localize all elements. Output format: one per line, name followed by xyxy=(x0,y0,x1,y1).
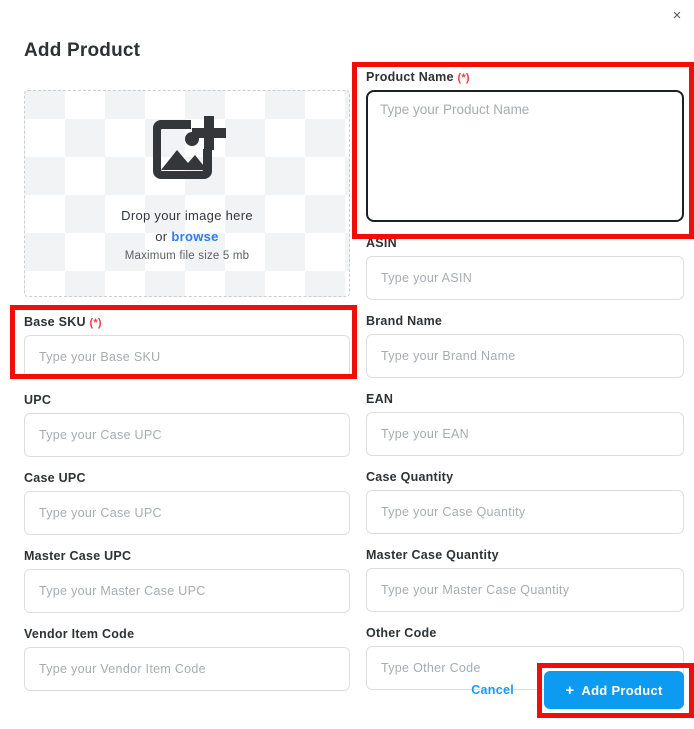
required-marker: (*) xyxy=(89,317,102,329)
field-ean: EAN xyxy=(366,392,684,456)
dialog-footer: Cancel + Add Product xyxy=(366,671,684,709)
label-vendor-item-code: Vendor Item Code xyxy=(24,627,135,641)
required-marker: (*) xyxy=(457,72,470,84)
close-icon[interactable]: × xyxy=(660,0,694,30)
label-product-name: Product Name (*) xyxy=(366,70,684,84)
label-case-quantity: Case Quantity xyxy=(366,470,454,484)
label-case-upc: Case UPC xyxy=(24,471,86,485)
field-brand-name: Brand Name xyxy=(366,314,684,378)
base-sku-input[interactable] xyxy=(24,335,350,379)
field-case-quantity: Case Quantity xyxy=(366,470,684,534)
product-name-textarea[interactable] xyxy=(366,90,684,222)
master-case-quantity-input[interactable] xyxy=(366,568,684,612)
dropzone-title: Drop your image here xyxy=(121,208,253,223)
field-master-case-upc: Master Case UPC xyxy=(24,549,350,613)
label-upc: UPC xyxy=(24,393,52,407)
label-brand-name: Brand Name xyxy=(366,314,443,328)
label-other-code: Other Code xyxy=(366,626,437,640)
add-product-button[interactable]: + Add Product xyxy=(544,671,684,709)
field-case-upc: Case UPC xyxy=(24,471,350,535)
ean-input[interactable] xyxy=(366,412,684,456)
dropzone-or-line: or browse xyxy=(155,229,218,244)
field-master-case-quantity: Master Case Quantity xyxy=(366,548,684,612)
label-text: Product Name xyxy=(366,70,454,84)
field-base-sku: Base SKU (*) xyxy=(24,315,350,379)
field-upc: UPC xyxy=(24,393,350,457)
field-product-name: Product Name (*) xyxy=(366,70,684,222)
plus-icon: + xyxy=(565,681,575,699)
label-master-case-upc: Master Case UPC xyxy=(24,549,132,563)
brand-name-input[interactable] xyxy=(366,334,684,378)
dropzone-or-text: or xyxy=(155,229,168,244)
dropzone-content: Drop your image here or browse Maximum f… xyxy=(25,91,349,296)
label-text: Base SKU xyxy=(24,315,86,329)
field-asin: ASIN xyxy=(366,236,684,300)
image-dropzone[interactable]: Drop your image here or browse Maximum f… xyxy=(24,90,350,297)
left-column: Drop your image here or browse Maximum f… xyxy=(24,90,350,691)
add-image-icon xyxy=(153,116,226,179)
browse-link[interactable]: browse xyxy=(171,229,218,244)
asin-input[interactable] xyxy=(366,256,684,300)
master-case-upc-input[interactable] xyxy=(24,569,350,613)
label-ean: EAN xyxy=(366,392,394,406)
cancel-button[interactable]: Cancel xyxy=(469,679,516,701)
label-master-case-quantity: Master Case Quantity xyxy=(366,548,499,562)
add-product-button-label: Add Product xyxy=(581,682,663,698)
label-asin: ASIN xyxy=(366,236,397,250)
case-quantity-input[interactable] xyxy=(366,490,684,534)
right-column: Product Name (*) ASIN Brand Name EAN Cas… xyxy=(366,70,684,690)
label-base-sku: Base SKU (*) xyxy=(24,315,350,329)
dropzone-max-size: Maximum file size 5 mb xyxy=(124,250,250,262)
add-product-dialog: × Add Product Drop your image here or br… xyxy=(0,0,694,729)
case-upc-input[interactable] xyxy=(24,491,350,535)
vendor-item-code-input[interactable] xyxy=(24,647,350,691)
page-title: Add Product xyxy=(24,40,141,61)
field-vendor-item-code: Vendor Item Code xyxy=(24,627,350,691)
upc-input[interactable] xyxy=(24,413,350,457)
